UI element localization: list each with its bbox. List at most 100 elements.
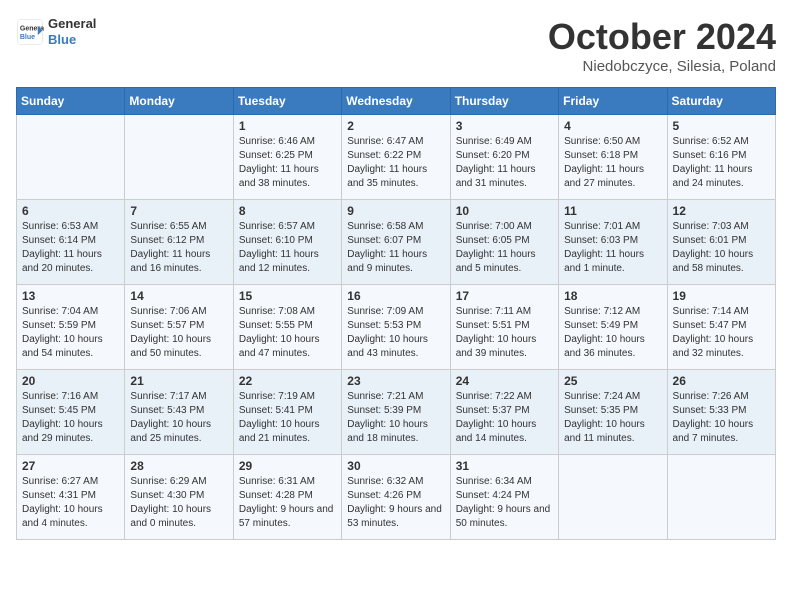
day-detail: Sunrise: 6:34 AMSunset: 4:24 PMDaylight:… — [456, 475, 553, 531]
calendar-cell — [559, 455, 667, 540]
day-number: 2 — [347, 119, 444, 133]
logo-blue-text: Blue — [48, 32, 96, 48]
calendar-cell: 27Sunrise: 6:27 AMSunset: 4:31 PMDayligh… — [17, 455, 125, 540]
day-detail: Sunrise: 7:06 AMSunset: 5:57 PMDaylight:… — [130, 305, 227, 361]
day-number: 18 — [564, 289, 661, 303]
day-number: 25 — [564, 374, 661, 388]
day-detail: Sunrise: 7:01 AMSunset: 6:03 PMDaylight:… — [564, 220, 661, 276]
day-detail: Sunrise: 6:47 AMSunset: 6:22 PMDaylight:… — [347, 135, 444, 191]
calendar-cell — [125, 115, 233, 200]
day-detail: Sunrise: 6:57 AMSunset: 6:10 PMDaylight:… — [239, 220, 336, 276]
day-detail: Sunrise: 6:50 AMSunset: 6:18 PMDaylight:… — [564, 135, 661, 191]
location-text: Niedobczyce, Silesia, Poland — [548, 58, 776, 75]
header-wednesday: Wednesday — [342, 88, 450, 115]
calendar-cell: 4Sunrise: 6:50 AMSunset: 6:18 PMDaylight… — [559, 115, 667, 200]
svg-text:Blue: Blue — [20, 34, 35, 41]
calendar-cell: 5Sunrise: 6:52 AMSunset: 6:16 PMDaylight… — [667, 115, 775, 200]
day-detail: Sunrise: 6:32 AMSunset: 4:26 PMDaylight:… — [347, 475, 444, 531]
calendar-cell: 11 Sunrise: 7:01 AMSunset: 6:03 PMDayligh… — [559, 200, 667, 285]
calendar-cell: 31 Sunrise: 6:34 AMSunset: 4:24 PMDayligh… — [450, 455, 558, 540]
day-number: 11 — [564, 204, 661, 218]
calendar-cell: 10Sunrise: 7:00 AMSunset: 6:05 PMDayligh… — [450, 200, 558, 285]
day-detail: Sunrise: 7:08 AMSunset: 5:55 PMDaylight:… — [239, 305, 336, 361]
calendar-cell: 28 Sunrise: 6:29 AMSunset: 4:30 PMDayligh… — [125, 455, 233, 540]
day-number: 30 — [347, 459, 444, 473]
day-number: 3 — [456, 119, 553, 133]
day-detail: Sunrise: 6:53 AMSunset: 6:14 PMDaylight:… — [22, 220, 119, 276]
day-number: 20 — [22, 374, 119, 388]
calendar-cell: 14Sunrise: 7:06 AMSunset: 5:57 PMDayligh… — [125, 285, 233, 370]
day-detail: Sunrise: 7:14 AMSunset: 5:47 PMDaylight:… — [673, 305, 770, 361]
day-number: 12 — [673, 204, 770, 218]
header-friday: Friday — [559, 88, 667, 115]
day-detail: Sunrise: 6:27 AMSunset: 4:31 PMDaylight:… — [22, 475, 119, 531]
calendar-cell: 9Sunrise: 6:58 AMSunset: 6:07 PMDaylight… — [342, 200, 450, 285]
day-detail: Sunrise: 7:19 AMSunset: 5:41 PMDaylight:… — [239, 390, 336, 446]
day-number: 23 — [347, 374, 444, 388]
calendar-cell: 25 Sunrise: 7:24 AMSunset: 5:35 PMDayligh… — [559, 370, 667, 455]
calendar-table: SundayMondayTuesdayWednesdayThursdayFrid… — [16, 87, 776, 540]
calendar-cell: 13 Sunrise: 7:04 AMSunset: 5:59 PMDayligh… — [17, 285, 125, 370]
logo: General Blue General Blue — [16, 16, 96, 47]
day-detail: Sunrise: 7:17 AMSunset: 5:43 PMDaylight:… — [130, 390, 227, 446]
header-monday: Monday — [125, 88, 233, 115]
calendar-cell: 8 Sunrise: 6:57 AMSunset: 6:10 PMDaylight… — [233, 200, 341, 285]
calendar-cell: 26 Sunrise: 7:26 AMSunset: 5:33 PMDayligh… — [667, 370, 775, 455]
day-number: 15 — [239, 289, 336, 303]
logo-icon: General Blue — [16, 18, 44, 46]
day-detail: Sunrise: 7:03 AMSunset: 6:01 PMDaylight:… — [673, 220, 770, 276]
day-number: 19 — [673, 289, 770, 303]
day-detail: Sunrise: 7:04 AMSunset: 5:59 PMDaylight:… — [22, 305, 119, 361]
day-number: 8 — [239, 204, 336, 218]
calendar-week-1: 1Sunrise: 6:46 AMSunset: 6:25 PMDaylight… — [17, 115, 776, 200]
calendar-cell: 17Sunrise: 7:11 AMSunset: 5:51 PMDayligh… — [450, 285, 558, 370]
calendar-cell: 23 Sunrise: 7:21 AMSunset: 5:39 PMDayligh… — [342, 370, 450, 455]
day-detail: Sunrise: 7:22 AMSunset: 5:37 PMDaylight:… — [456, 390, 553, 446]
day-detail: Sunrise: 7:26 AMSunset: 5:33 PMDaylight:… — [673, 390, 770, 446]
day-detail: Sunrise: 6:49 AMSunset: 6:20 PMDaylight:… — [456, 135, 553, 191]
calendar-week-4: 20 Sunrise: 7:16 AMSunset: 5:45 PMDayligh… — [17, 370, 776, 455]
calendar-header-row: SundayMondayTuesdayWednesdayThursdayFrid… — [17, 88, 776, 115]
calendar-cell: 21 Sunrise: 7:17 AMSunset: 5:43 PMDayligh… — [125, 370, 233, 455]
calendar-cell: 3 Sunrise: 6:49 AMSunset: 6:20 PMDaylight… — [450, 115, 558, 200]
day-number: 28 — [130, 459, 227, 473]
header-saturday: Saturday — [667, 88, 775, 115]
calendar-cell — [667, 455, 775, 540]
day-number: 1 — [239, 119, 336, 133]
day-detail: Sunrise: 7:16 AMSunset: 5:45 PMDaylight:… — [22, 390, 119, 446]
calendar-cell: 2 Sunrise: 6:47 AMSunset: 6:22 PMDaylight… — [342, 115, 450, 200]
day-number: 17 — [456, 289, 553, 303]
day-detail: Sunrise: 6:55 AMSunset: 6:12 PMDaylight:… — [130, 220, 227, 276]
day-detail: Sunrise: 6:58 AMSunset: 6:07 PMDaylight:… — [347, 220, 444, 276]
day-detail: Sunrise: 6:31 AMSunset: 4:28 PMDaylight:… — [239, 475, 336, 531]
day-number: 26 — [673, 374, 770, 388]
calendar-cell: 12 Sunrise: 7:03 AMSunset: 6:01 PMDayligh… — [667, 200, 775, 285]
calendar-cell: 22 Sunrise: 7:19 AMSunset: 5:41 PMDayligh… — [233, 370, 341, 455]
title-block: October 2024 Niedobczyce, Silesia, Polan… — [548, 16, 776, 75]
day-detail: Sunrise: 7:21 AMSunset: 5:39 PMDaylight:… — [347, 390, 444, 446]
calendar-cell: 24 Sunrise: 7:22 AMSunset: 5:37 PMDayligh… — [450, 370, 558, 455]
day-detail: Sunrise: 7:09 AMSunset: 5:53 PMDaylight:… — [347, 305, 444, 361]
day-number: 13 — [22, 289, 119, 303]
calendar-cell: 16 Sunrise: 7:09 AMSunset: 5:53 PMDayligh… — [342, 285, 450, 370]
day-number: 7 — [130, 204, 227, 218]
calendar-cell: 6 Sunrise: 6:53 AMSunset: 6:14 PMDaylight… — [17, 200, 125, 285]
calendar-cell: 18Sunrise: 7:12 AMSunset: 5:49 PMDayligh… — [559, 285, 667, 370]
calendar-cell: 7 Sunrise: 6:55 AMSunset: 6:12 PMDaylight… — [125, 200, 233, 285]
header-thursday: Thursday — [450, 88, 558, 115]
calendar-cell: 15 Sunrise: 7:08 AMSunset: 5:55 PMDayligh… — [233, 285, 341, 370]
calendar-cell — [17, 115, 125, 200]
calendar-week-5: 27Sunrise: 6:27 AMSunset: 4:31 PMDayligh… — [17, 455, 776, 540]
day-number: 22 — [239, 374, 336, 388]
day-number: 24 — [456, 374, 553, 388]
day-number: 21 — [130, 374, 227, 388]
page-header: General Blue General Blue October 2024 N… — [16, 16, 776, 75]
day-detail: Sunrise: 6:29 AMSunset: 4:30 PMDaylight:… — [130, 475, 227, 531]
header-tuesday: Tuesday — [233, 88, 341, 115]
day-number: 6 — [22, 204, 119, 218]
day-detail: Sunrise: 7:24 AMSunset: 5:35 PMDaylight:… — [564, 390, 661, 446]
day-number: 31 — [456, 459, 553, 473]
day-detail: Sunrise: 7:00 AMSunset: 6:05 PMDaylight:… — [456, 220, 553, 276]
day-number: 16 — [347, 289, 444, 303]
calendar-week-3: 13 Sunrise: 7:04 AMSunset: 5:59 PMDayligh… — [17, 285, 776, 370]
